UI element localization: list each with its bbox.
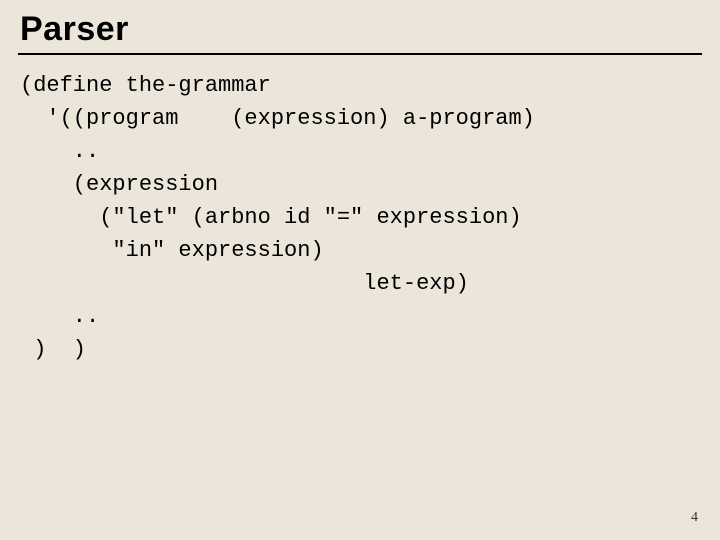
slide-title: Parser (20, 10, 702, 49)
code-line: '((program (expression) a-program) (20, 106, 535, 131)
code-line: let-exp) (20, 271, 469, 296)
slide: Parser (define the-grammar '((program (e… (0, 0, 720, 540)
code-line: "in" expression) (20, 238, 324, 263)
code-line: (expression (20, 172, 218, 197)
title-rule (18, 53, 702, 55)
code-line: (define the-grammar (20, 73, 271, 98)
code-line: .. (20, 139, 99, 164)
code-block: (define the-grammar '((program (expressi… (20, 69, 702, 366)
code-line: ("let" (arbno id "=" expression) (20, 205, 522, 230)
page-number: 4 (691, 510, 698, 526)
code-line: ) ) (20, 337, 86, 362)
code-line: .. (20, 304, 99, 329)
